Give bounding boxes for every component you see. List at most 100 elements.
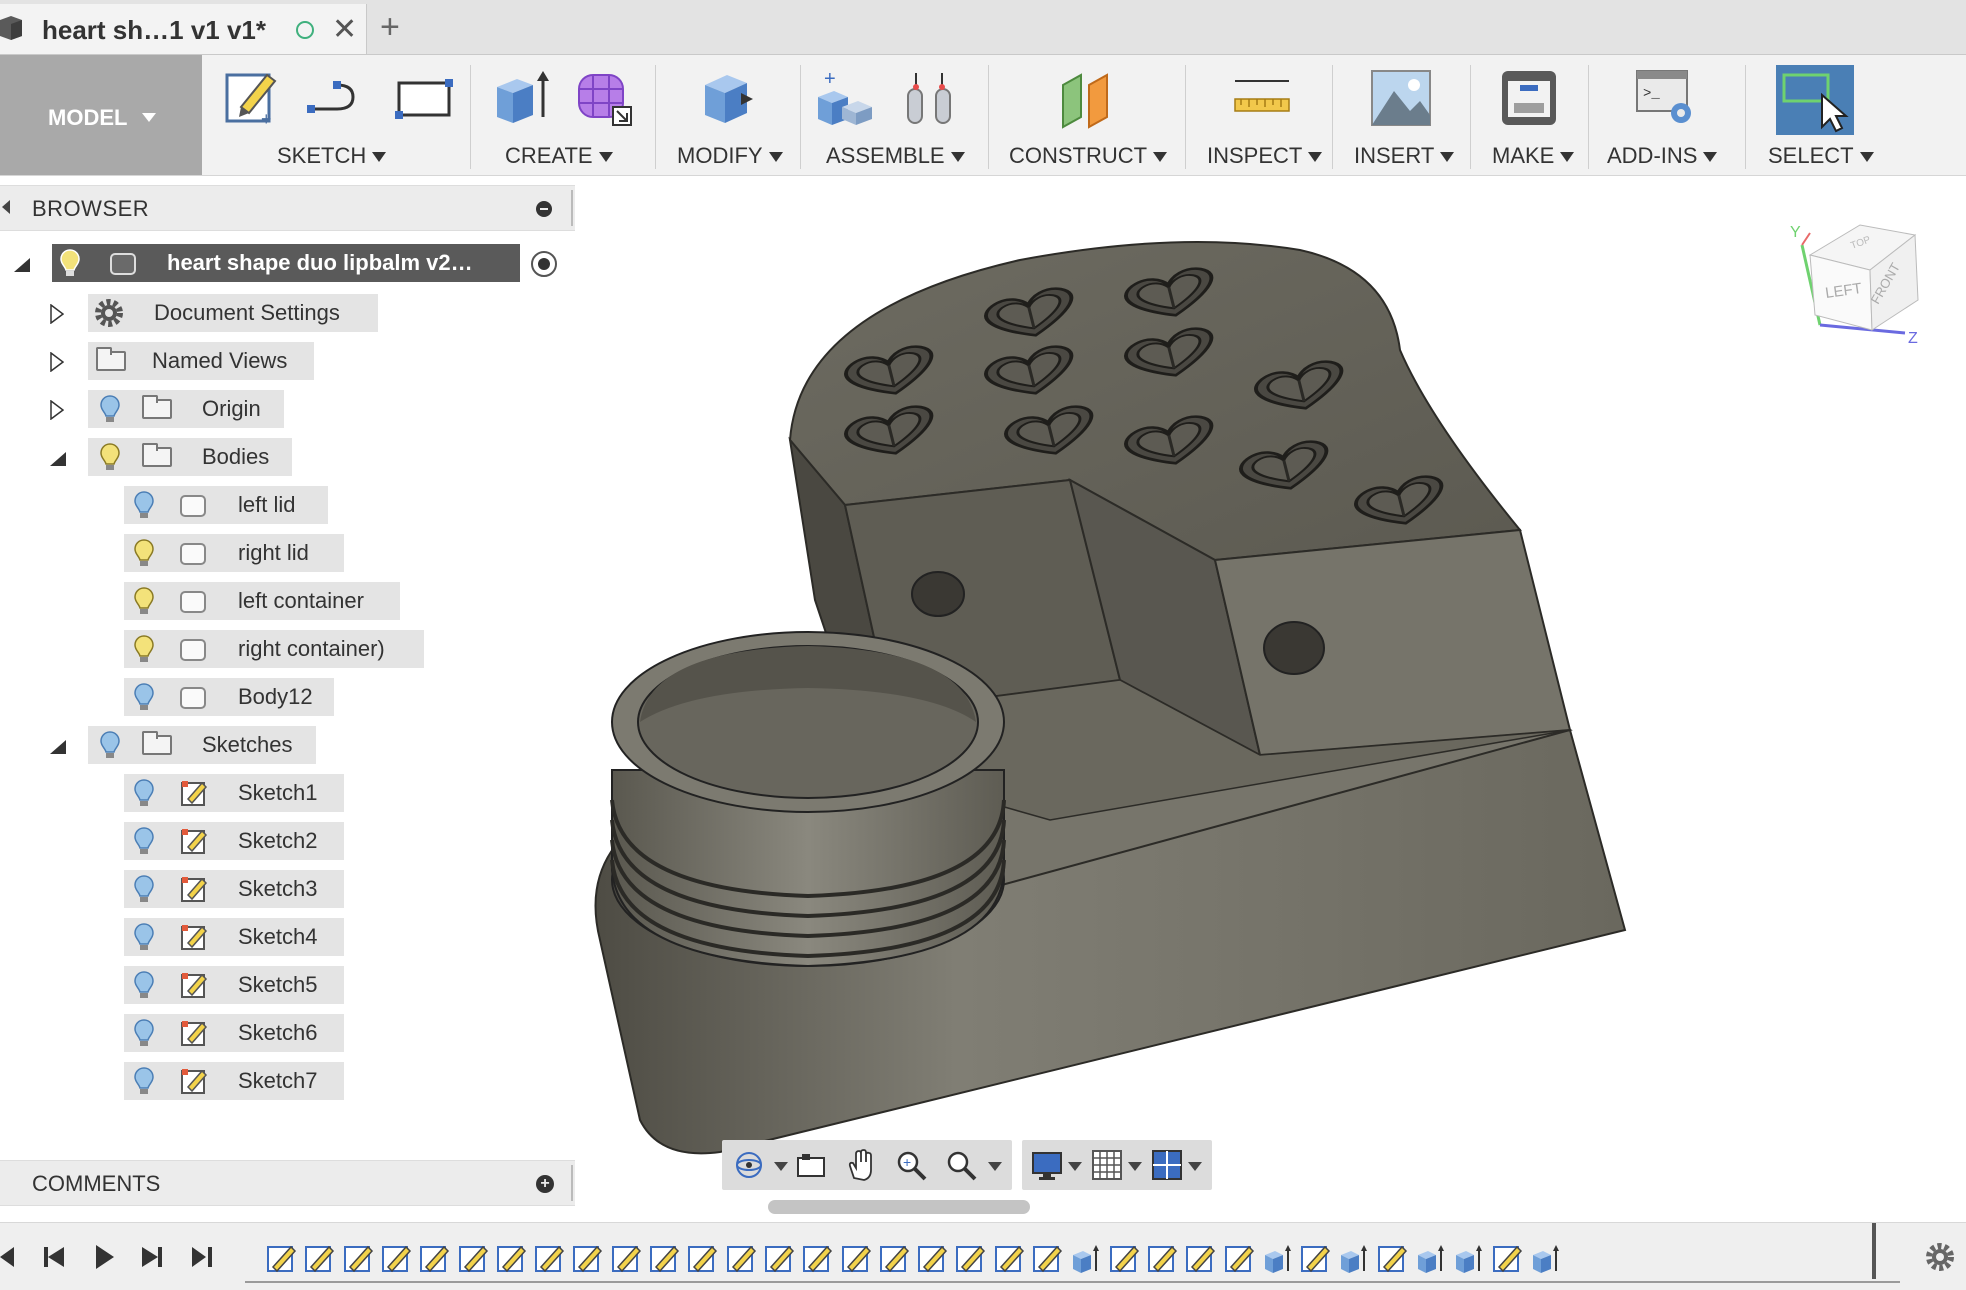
timeline-sketch-icon[interactable] — [1376, 1243, 1408, 1275]
timeline-extrude-icon[interactable] — [1529, 1243, 1561, 1275]
extrude-icon[interactable] — [489, 67, 551, 129]
timeline-sketch-icon[interactable] — [954, 1243, 986, 1275]
body-node[interactable]: right lid — [124, 534, 344, 572]
press-pull-icon[interactable] — [699, 67, 761, 129]
sketch-node[interactable]: Sketch6 — [124, 1014, 344, 1052]
lightbulb-off-icon[interactable] — [134, 490, 154, 520]
timeline-sketch-icon[interactable] — [1184, 1243, 1216, 1275]
tree-root-row[interactable]: heart shape duo lipbalm v2… — [0, 244, 575, 282]
line-icon[interactable] — [303, 67, 365, 129]
display-settings-icon[interactable] — [1030, 1148, 1064, 1182]
tree-node[interactable]: Sketches — [88, 726, 316, 764]
lightbulb-on-icon[interactable] — [134, 586, 154, 616]
body-row[interactable]: left container — [124, 582, 575, 620]
tree-node[interactable]: Origin — [88, 390, 284, 428]
go-to-start-icon[interactable] — [0, 1239, 28, 1275]
lightbulb-on-icon[interactable] — [134, 634, 154, 664]
toolbar-group-modify[interactable]: MODIFY — [665, 55, 805, 175]
chevron-down-icon[interactable] — [774, 1162, 788, 1171]
tree-node[interactable]: Named Views — [88, 342, 314, 380]
timeline-sketch-icon[interactable] — [1108, 1243, 1140, 1275]
add-comment-icon[interactable]: + — [536, 1175, 554, 1193]
timeline-sketch-icon[interactable] — [610, 1243, 642, 1275]
toolbar-group-construct[interactable]: CONSTRUCT — [995, 55, 1180, 175]
timeline-sketch-icon[interactable] — [1299, 1243, 1331, 1275]
close-tab-icon[interactable]: ✕ — [332, 12, 357, 47]
timeline-sketch-icon[interactable] — [418, 1243, 450, 1275]
toolbar-group-select[interactable]: SELECT — [1752, 55, 1877, 175]
timeline-sketch-icon[interactable] — [763, 1243, 795, 1275]
lightbulb-off-icon[interactable] — [100, 730, 120, 760]
grid-icon[interactable] — [1090, 1148, 1124, 1182]
lightbulb-off-icon[interactable] — [134, 1018, 154, 1048]
timeline-extrude-icon[interactable] — [1452, 1243, 1484, 1275]
tree-row-sketches[interactable]: Sketches — [0, 726, 575, 764]
expanded-triangle-icon[interactable] — [14, 258, 30, 272]
timeline-extrude-icon[interactable] — [1261, 1243, 1293, 1275]
3d-viewport[interactable] — [575, 176, 1966, 1196]
lightbulb-off-icon[interactable] — [134, 778, 154, 808]
horizontal-scrollbar[interactable] — [768, 1200, 1030, 1214]
lightbulb-off-icon[interactable] — [134, 1066, 154, 1096]
tree-row-named-views[interactable]: Named Views — [0, 342, 575, 380]
timeline-sketch-icon[interactable] — [495, 1243, 527, 1275]
timeline-sketch-icon[interactable] — [916, 1243, 948, 1275]
body-node[interactable]: Body12 — [124, 678, 334, 716]
sketch-node[interactable]: Sketch4 — [124, 918, 344, 956]
sketch-node[interactable]: Sketch5 — [124, 966, 344, 1004]
new-component-icon[interactable]: + — [814, 67, 876, 129]
attached-canvas-icon[interactable] — [1370, 67, 1432, 129]
timeline-sketch-icon[interactable] — [686, 1243, 718, 1275]
panel-resize-handle[interactable] — [571, 190, 573, 226]
tree-row-origin[interactable]: Origin — [0, 390, 575, 428]
collapse-panel-icon[interactable] — [2, 200, 10, 214]
timeline-sketch-icon[interactable] — [993, 1243, 1025, 1275]
sketch-node[interactable]: Sketch3 — [124, 870, 344, 908]
sketch-row[interactable]: Sketch6 — [124, 1014, 575, 1052]
lipbalm-holder-model[interactable] — [594, 241, 1627, 1155]
timeline-sketch-icon[interactable] — [648, 1243, 680, 1275]
workspace-switcher-button[interactable]: MODEL — [0, 55, 202, 175]
sketch-node[interactable]: Sketch7 — [124, 1062, 344, 1100]
lightbulb-off-icon[interactable] — [134, 826, 154, 856]
sketch-node[interactable]: Sketch1 — [124, 774, 344, 812]
lightbulb-off-icon[interactable] — [100, 394, 120, 424]
tree-row-bodies[interactable]: Bodies — [0, 438, 575, 476]
chevron-down-icon[interactable] — [1068, 1162, 1082, 1171]
lightbulb-off-icon[interactable] — [134, 874, 154, 904]
timeline-sketch-icon[interactable] — [1146, 1243, 1178, 1275]
chevron-down-icon[interactable] — [1128, 1162, 1142, 1171]
body-row[interactable]: right container) — [124, 630, 575, 668]
document-tab[interactable]: heart sh…1 v1 v1* ✕ — [0, 4, 367, 54]
collapsed-triangle-icon[interactable] — [50, 352, 64, 372]
body-node[interactable]: right container) — [124, 630, 424, 668]
play-icon[interactable] — [86, 1239, 122, 1275]
toolbar-group-inspect[interactable]: INSPECT — [1195, 55, 1335, 175]
step-forward-icon[interactable] — [134, 1239, 170, 1275]
tree-root-node[interactable]: heart shape duo lipbalm v2… — [52, 244, 520, 282]
lightbulb-off-icon[interactable] — [134, 970, 154, 1000]
comments-panel-header[interactable]: COMMENTS + — [0, 1160, 575, 1206]
toolbar-group-add-ins[interactable]: >_ ADD-INS — [1595, 55, 1745, 175]
timeline-marker[interactable] — [1872, 1223, 1876, 1279]
body-node[interactable]: left lid — [124, 486, 328, 524]
timeline-sketch-icon[interactable] — [801, 1243, 833, 1275]
tree-node[interactable]: Document Settings — [88, 294, 378, 332]
timeline-sketch-icon[interactable] — [380, 1243, 412, 1275]
toolbar-group-make[interactable]: MAKE — [1478, 55, 1593, 175]
collapsed-triangle-icon[interactable] — [50, 304, 64, 324]
timeline-sketch-icon[interactable] — [840, 1243, 872, 1275]
toolbar-group-insert[interactable]: INSERT — [1340, 55, 1465, 175]
sketch-row[interactable]: Sketch2 — [124, 822, 575, 860]
timeline-sketch-icon[interactable] — [571, 1243, 603, 1275]
expanded-triangle-icon[interactable] — [50, 740, 66, 754]
timeline-sketch-icon[interactable] — [303, 1243, 335, 1275]
sketch-row[interactable]: Sketch5 — [124, 966, 575, 1004]
measure-icon[interactable] — [1231, 67, 1293, 129]
toolbar-group-assemble[interactable]: + ASSEMBLE — [810, 55, 980, 175]
toolbar-group-sketch[interactable]: + SKETCH — [215, 55, 465, 175]
chevron-down-icon[interactable] — [988, 1162, 1002, 1171]
lightbulb-on-icon[interactable] — [60, 248, 80, 278]
sketch-row[interactable]: Sketch7 — [124, 1062, 575, 1100]
timeline-extrude-icon[interactable] — [1337, 1243, 1369, 1275]
